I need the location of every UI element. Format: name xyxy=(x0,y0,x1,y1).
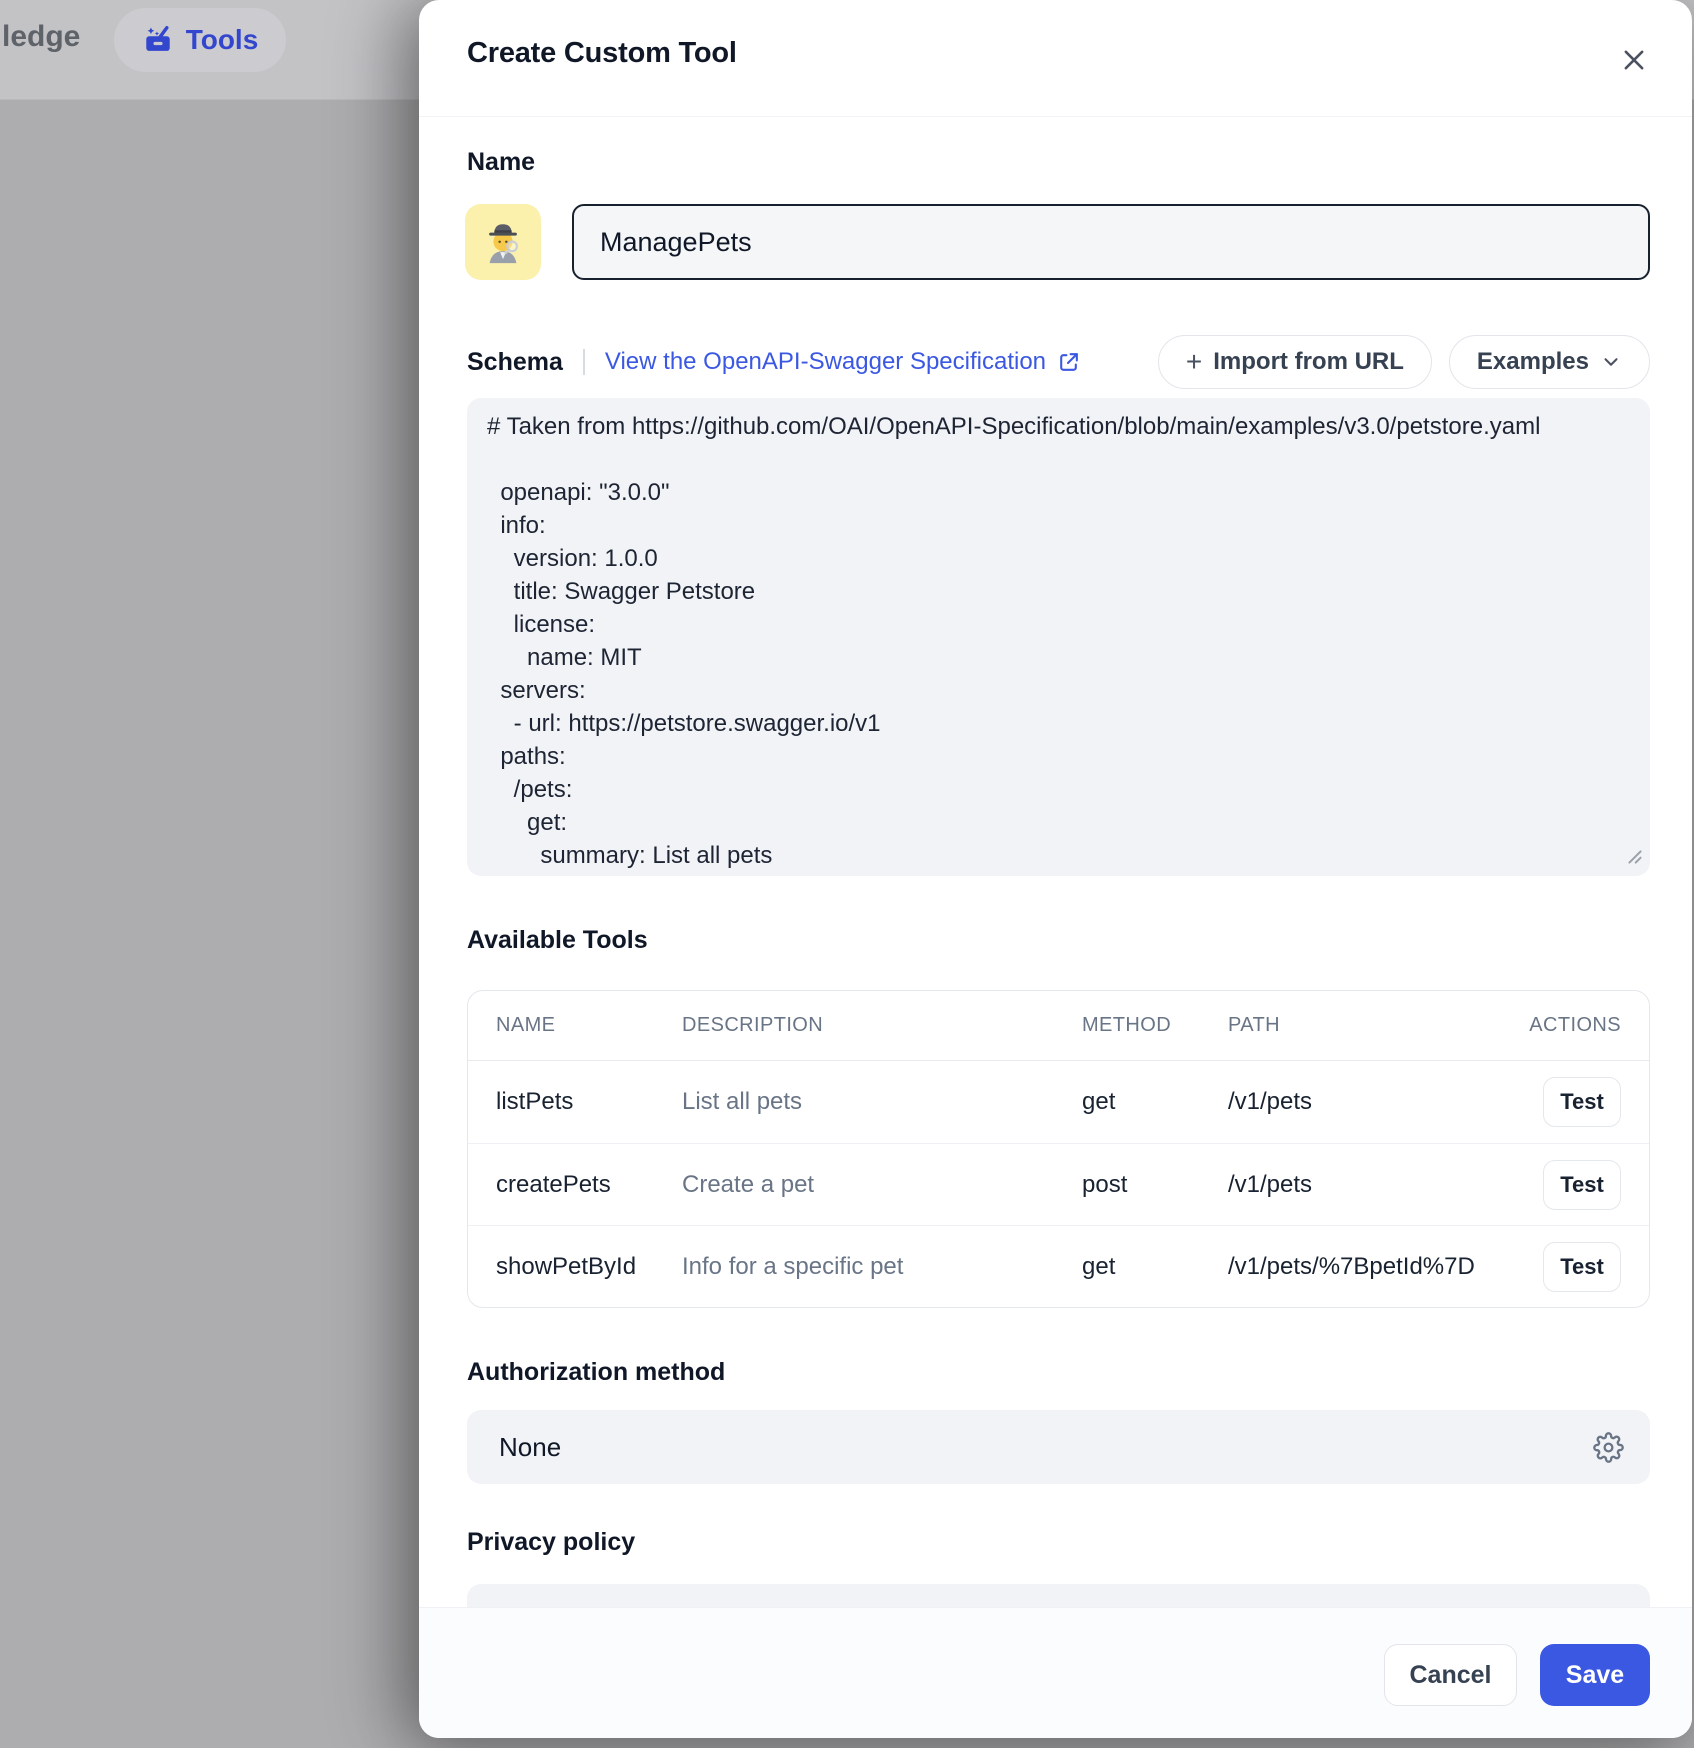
tool-path: /v1/pets xyxy=(1228,1171,1509,1199)
modal-footer: Cancel Save xyxy=(419,1607,1692,1738)
examples-label: Examples xyxy=(1477,348,1589,376)
tool-name: createPets xyxy=(496,1171,682,1199)
available-tools-table: NAME DESCRIPTION METHOD PATH ACTIONS lis… xyxy=(467,990,1650,1308)
table-row: showPetById Info for a specific pet get … xyxy=(468,1225,1649,1307)
plus-icon: + xyxy=(1186,348,1202,376)
tool-description: Info for a specific pet xyxy=(682,1253,1082,1281)
toolbox-icon xyxy=(142,24,174,56)
test-button[interactable]: Test xyxy=(1543,1160,1621,1210)
tool-path: /v1/pets xyxy=(1228,1088,1509,1116)
authorization-method-field[interactable]: None xyxy=(467,1410,1650,1484)
create-custom-tool-modal: Create Custom Tool Name xyxy=(419,0,1692,1738)
col-path: PATH xyxy=(1228,1014,1509,1037)
schema-code: # Taken from https://github.com/OAI/Open… xyxy=(467,398,1650,876)
chevron-down-icon xyxy=(1600,351,1622,373)
table-header-row: NAME DESCRIPTION METHOD PATH ACTIONS xyxy=(468,991,1649,1061)
name-label: Name xyxy=(467,148,535,177)
screen: ledge Tools Create Custom Tool xyxy=(0,0,1694,1748)
table-row: createPets Create a pet post /v1/pets Te… xyxy=(468,1143,1649,1225)
schema-textarea[interactable]: # Taken from https://github.com/OAI/Open… xyxy=(467,398,1650,876)
import-from-url-label: Import from URL xyxy=(1213,348,1404,376)
emoji-avatar[interactable] xyxy=(465,204,541,280)
privacy-policy-heading: Privacy policy xyxy=(467,1528,635,1557)
test-button[interactable]: Test xyxy=(1543,1077,1621,1127)
name-input[interactable] xyxy=(572,204,1650,280)
modal-header: Create Custom Tool xyxy=(419,0,1692,117)
authorization-method-heading: Authorization method xyxy=(467,1358,725,1387)
tab-tools-label: Tools xyxy=(186,24,259,56)
modal-title: Create Custom Tool xyxy=(467,37,737,70)
authorization-method-value: None xyxy=(499,1432,561,1463)
col-description: DESCRIPTION xyxy=(682,1014,1082,1037)
col-name: NAME xyxy=(496,1014,682,1037)
available-tools-heading: Available Tools xyxy=(467,926,648,955)
cancel-button[interactable]: Cancel xyxy=(1384,1644,1517,1706)
detective-emoji-icon xyxy=(480,219,526,265)
schema-toolbar: Schema View the OpenAPI-Swagger Specific… xyxy=(467,334,1650,390)
tool-path: /v1/pets/%7BpetId%7D xyxy=(1228,1253,1509,1281)
col-method: METHOD xyxy=(1082,1014,1228,1037)
tool-description: List all pets xyxy=(682,1088,1082,1116)
import-from-url-button[interactable]: + Import from URL xyxy=(1158,335,1432,389)
tool-method: get xyxy=(1082,1088,1228,1116)
tool-description: Create a pet xyxy=(682,1171,1082,1199)
tool-method: get xyxy=(1082,1253,1228,1281)
external-link-icon xyxy=(1056,350,1081,375)
nav-item-knowledge-partial[interactable]: ledge xyxy=(2,20,80,54)
tool-name: listPets xyxy=(496,1088,682,1116)
table-row: listPets List all pets get /v1/pets Test xyxy=(468,1061,1649,1143)
test-button[interactable]: Test xyxy=(1543,1242,1621,1292)
examples-dropdown[interactable]: Examples xyxy=(1449,335,1650,389)
close-icon[interactable] xyxy=(1614,40,1654,80)
openapi-spec-link[interactable]: View the OpenAPI-Swagger Specification xyxy=(605,348,1081,376)
col-actions: ACTIONS xyxy=(1529,1014,1621,1037)
tool-method: post xyxy=(1082,1171,1228,1199)
gear-icon[interactable] xyxy=(1593,1432,1624,1463)
vertical-divider xyxy=(583,349,585,375)
resize-handle-icon[interactable] xyxy=(1628,850,1642,869)
tool-name: showPetById xyxy=(496,1253,682,1281)
schema-label: Schema xyxy=(467,348,563,377)
openapi-spec-link-label: View the OpenAPI-Swagger Specification xyxy=(605,348,1046,376)
tab-tools[interactable]: Tools xyxy=(114,8,286,72)
save-button[interactable]: Save xyxy=(1540,1644,1650,1706)
schema-actions: + Import from URL Examples xyxy=(1158,335,1650,389)
